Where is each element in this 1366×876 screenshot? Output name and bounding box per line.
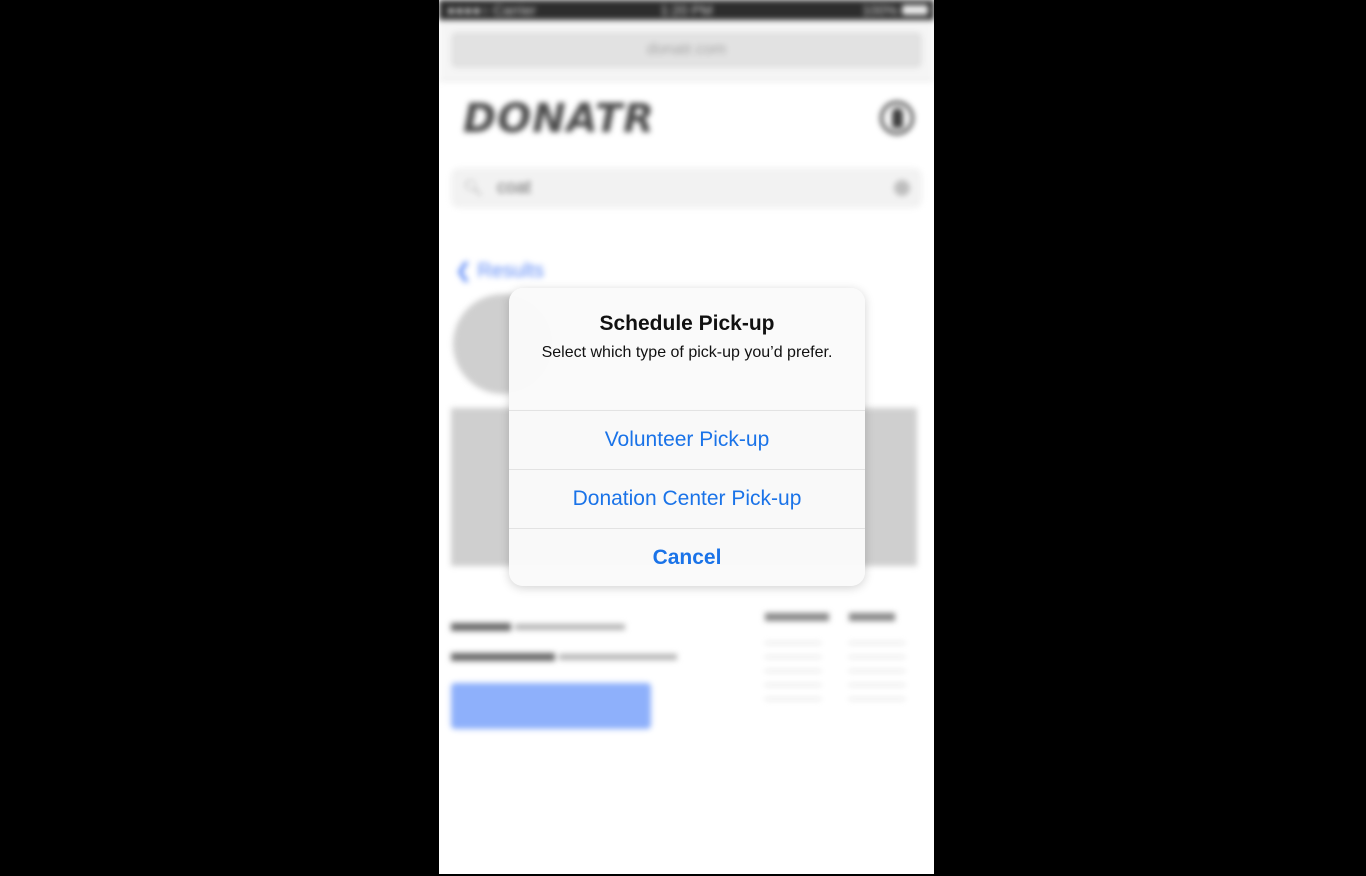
donation-center-pickup-button[interactable]: Donation Center Pick-up — [509, 469, 865, 528]
schedule-pickup-alert: Schedule Pick-up Select which type of pi… — [509, 288, 865, 586]
cancel-button[interactable]: Cancel — [509, 528, 865, 586]
alert-title: Schedule Pick-up — [599, 312, 775, 335]
volunteer-pickup-button[interactable]: Volunteer Pick-up — [509, 410, 865, 469]
alert-message: Select which type of pick-up you’d prefe… — [541, 344, 833, 361]
phone-screen: ●●●●○ Carrier 1:20 PM 100% donatr.com DO… — [439, 0, 934, 874]
